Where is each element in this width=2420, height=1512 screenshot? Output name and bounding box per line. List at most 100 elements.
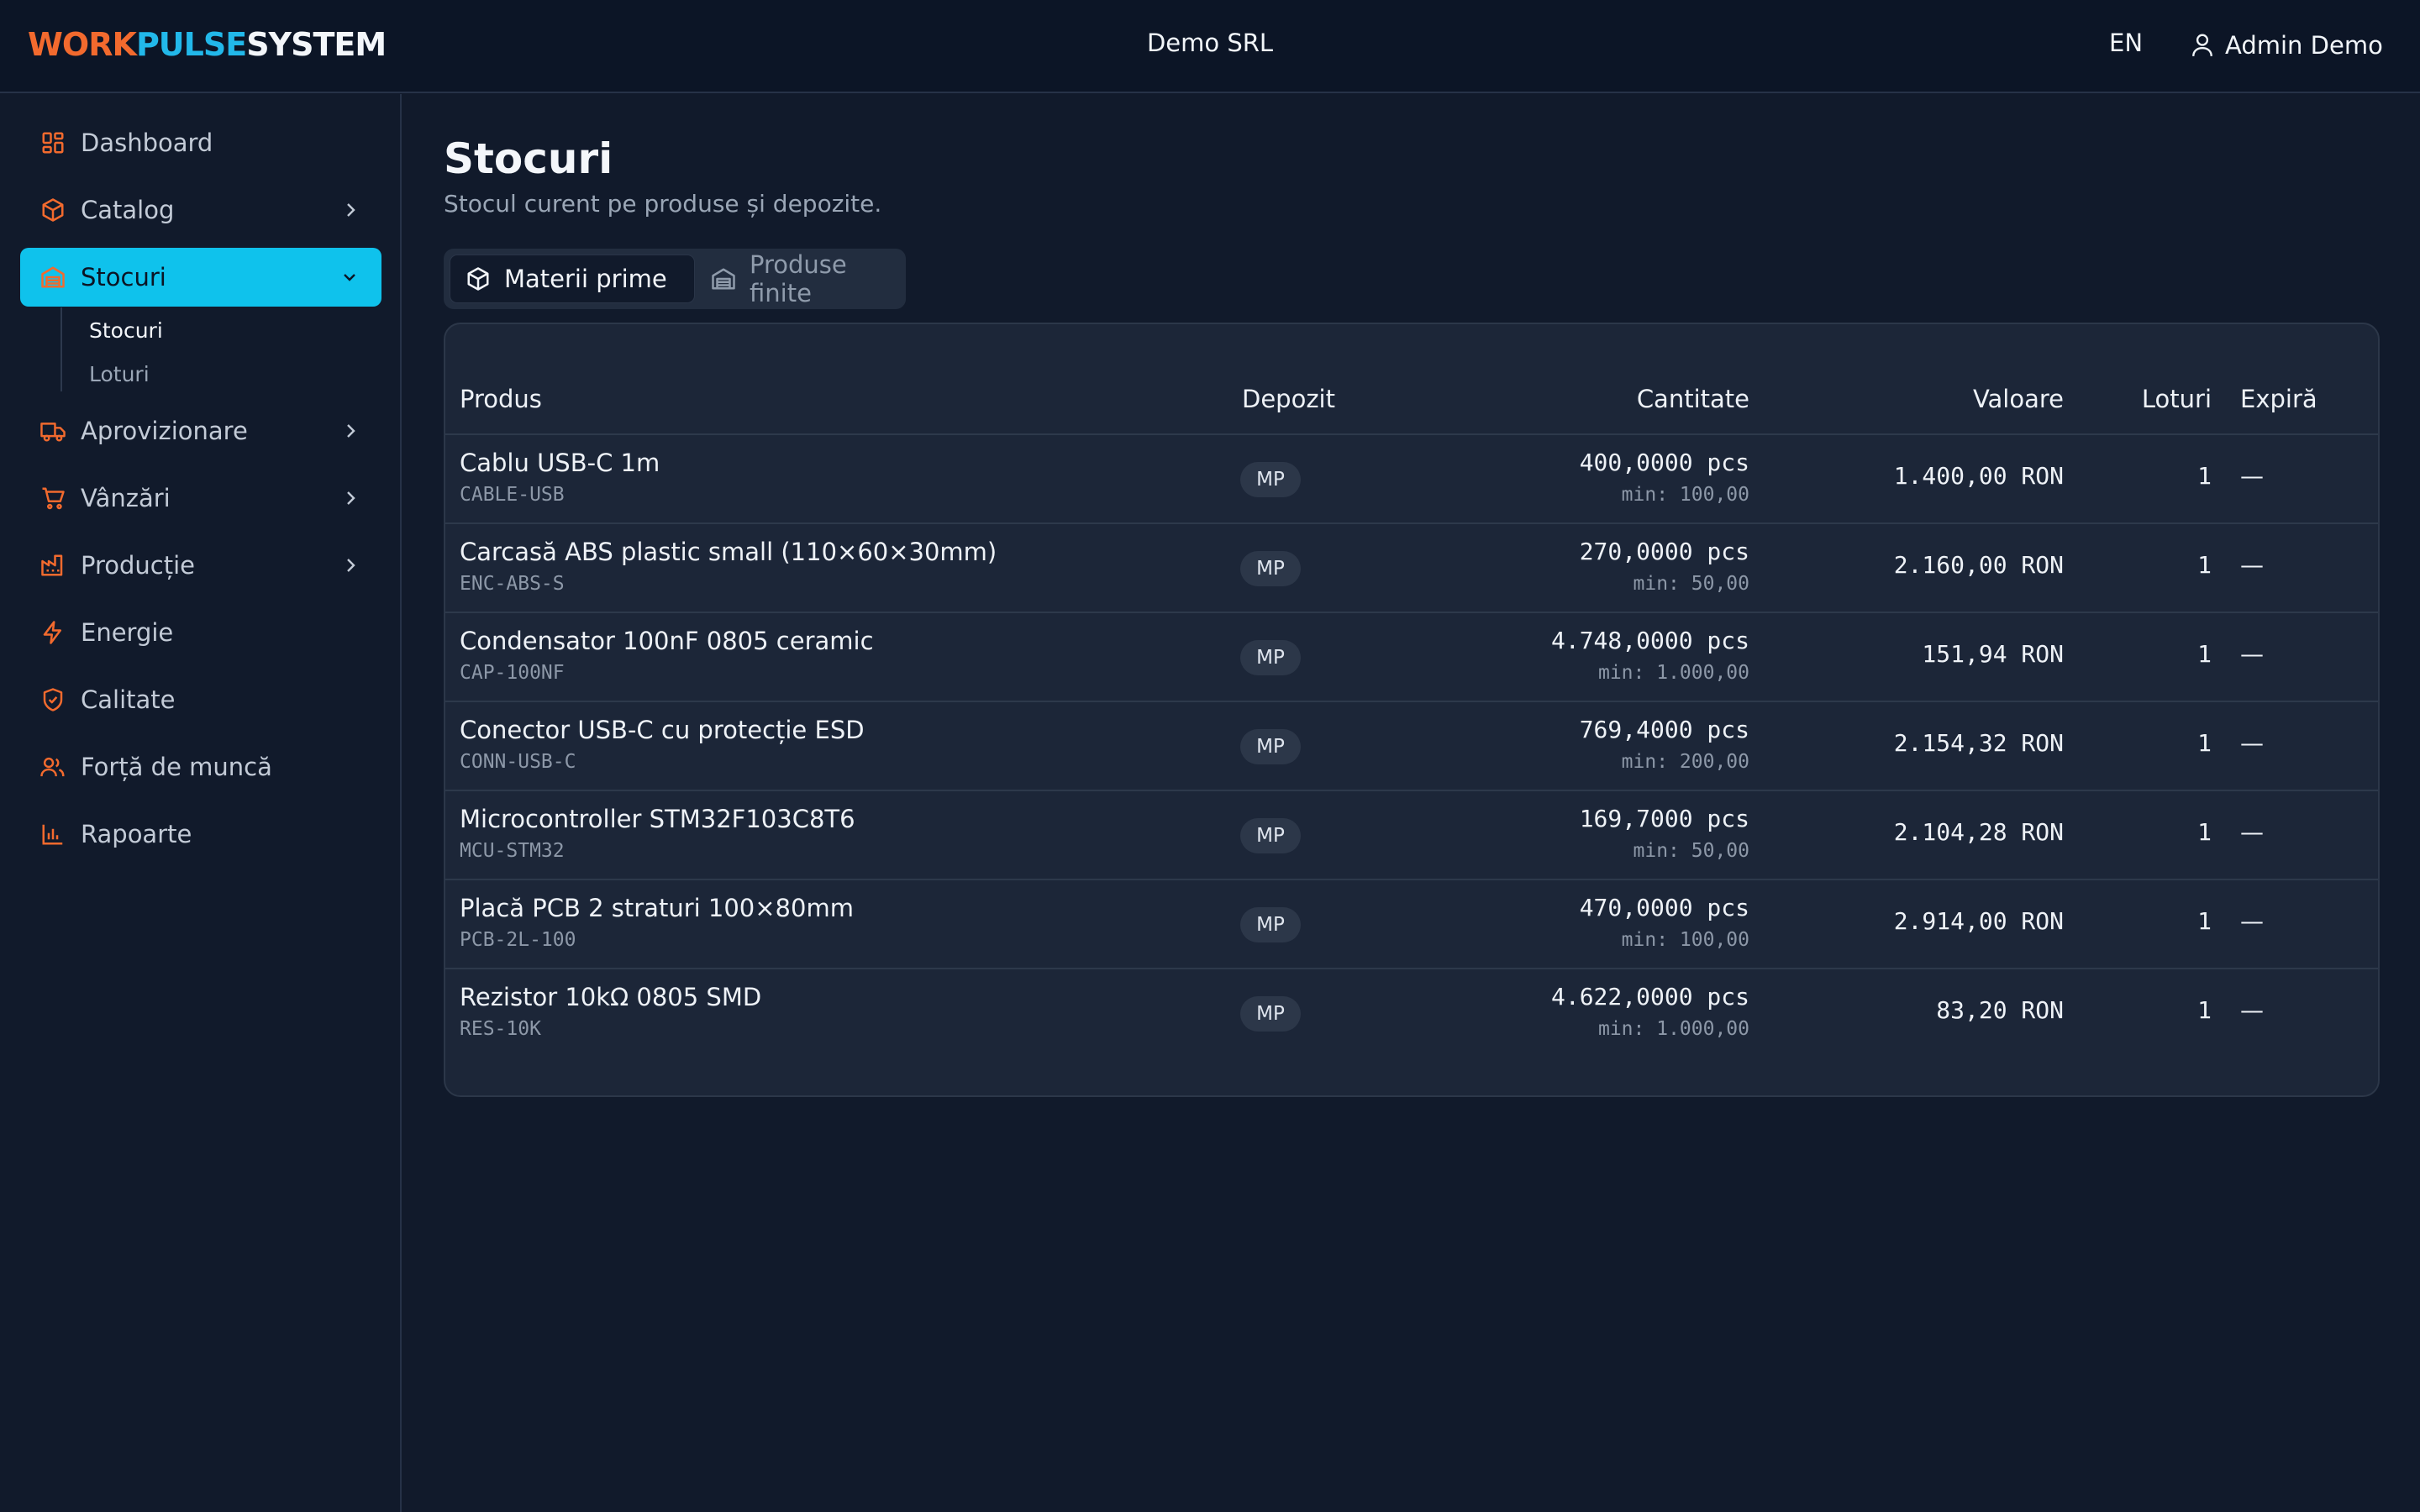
stock-quantity: 4.748,0000 pcs <box>1550 627 1749 654</box>
sidebar-item-rapoarte[interactable]: Rapoarte <box>20 805 381 864</box>
chevron-right-icon <box>341 421 360 441</box>
lot-count: 1 <box>2197 551 2212 579</box>
stock-value: 2.160,00 RON <box>1893 551 2064 579</box>
product-sku: CAP-100NF <box>460 662 565 684</box>
product-sku: CABLE-USB <box>460 484 565 506</box>
table-row[interactable]: Cablu USB-C 1m CABLE-USB MP 400,0000 pcs… <box>445 435 2378 524</box>
lot-count: 1 <box>2197 462 2212 490</box>
lot-count: 1 <box>2197 640 2212 668</box>
dashboard-icon <box>39 129 67 157</box>
minimum-quantity: min: 200,00 <box>1621 751 1749 773</box>
tab-label: Materii prime <box>504 265 667 293</box>
warehouse-icon <box>39 263 67 291</box>
cart-icon <box>39 484 67 512</box>
users-icon <box>39 753 67 781</box>
tab-produse-finite[interactable]: Produse finite <box>696 250 902 307</box>
sidebar: Dashboard Catalog Stocuri Stocuri Loturi… <box>0 94 402 1512</box>
minimum-quantity: min: 1.000,00 <box>1597 1018 1749 1040</box>
lot-count: 1 <box>2197 729 2212 757</box>
expiry-date: — <box>2240 907 2264 935</box>
stock-value: 1.400,00 RON <box>1893 462 2064 490</box>
column-header-depozit[interactable]: Depozit <box>1242 385 1335 413</box>
sidebar-item-label: Dashboard <box>81 129 213 157</box>
truck-icon <box>39 417 67 445</box>
stock-value: 151,94 RON <box>1922 640 2064 668</box>
language-switch[interactable]: EN <box>2109 29 2143 57</box>
minimum-quantity: min: 1.000,00 <box>1597 662 1749 684</box>
warehouse-badge: MP <box>1240 818 1301 853</box>
product-sku: RES-10K <box>460 1018 541 1040</box>
stock-quantity: 470,0000 pcs <box>1579 894 1749 921</box>
table-row[interactable]: Condensator 100nF 0805 ceramic CAP-100NF… <box>445 613 2378 702</box>
top-bar: WORKPULSESYSTEM Demo SRL EN Admin Demo <box>0 0 2420 93</box>
chevron-right-icon <box>341 200 360 220</box>
tab-materii-prime[interactable]: Materii prime <box>450 255 695 303</box>
sidebar-item-forta-de-munca[interactable]: Forță de muncă <box>20 738 381 796</box>
brand-part-work: WORK <box>28 26 137 63</box>
expiry-date: — <box>2240 462 2264 490</box>
column-header-valoare[interactable]: Valoare <box>1973 385 2064 413</box>
box-icon <box>466 266 491 291</box>
sidebar-item-aprovizionare[interactable]: Aprovizionare <box>20 402 381 460</box>
sidebar-item-label: Energie <box>81 618 174 647</box>
submenu-item-stocuri[interactable]: Stocuri <box>89 318 163 343</box>
product-sku: CONN-USB-C <box>460 751 576 773</box>
table-row[interactable]: Placă PCB 2 straturi 100×80mm PCB-2L-100… <box>445 880 2378 969</box>
table-row[interactable]: Microcontroller STM32F103C8T6 MCU-STM32 … <box>445 791 2378 880</box>
user-menu[interactable]: Admin Demo <box>2191 27 2383 64</box>
expiry-date: — <box>2240 818 2264 846</box>
sidebar-item-catalog[interactable]: Catalog <box>20 181 381 239</box>
stock-quantity: 169,7000 pcs <box>1579 805 1749 832</box>
lot-count: 1 <box>2197 907 2212 935</box>
user-name: Admin Demo <box>2225 31 2383 60</box>
sidebar-item-label: Vânzări <box>81 484 171 512</box>
warehouse-badge: MP <box>1240 551 1301 586</box>
tab-bar: Materii prime Produse finite <box>444 249 906 309</box>
sidebar-item-label: Stocuri <box>81 263 166 291</box>
shield-check-icon <box>39 685 67 714</box>
column-header-cantitate[interactable]: Cantitate <box>1637 385 1749 413</box>
stock-quantity: 4.622,0000 pcs <box>1550 983 1749 1011</box>
bolt-icon <box>39 618 67 647</box>
expiry-date: — <box>2240 996 2264 1024</box>
stock-value: 2.154,32 RON <box>1893 729 2064 757</box>
column-header-produs[interactable]: Produs <box>460 385 542 413</box>
sidebar-item-dashboard[interactable]: Dashboard <box>20 113 381 172</box>
expiry-date: — <box>2240 729 2264 757</box>
warehouse-badge: MP <box>1240 996 1301 1032</box>
stock-quantity: 270,0000 pcs <box>1579 538 1749 565</box>
table-row[interactable]: Carcasă ABS plastic small (110×60×30mm) … <box>445 524 2378 613</box>
sidebar-item-energie[interactable]: Energie <box>20 603 381 662</box>
company-name: Demo SRL <box>1146 29 1274 57</box>
product-sku: MCU-STM32 <box>460 840 565 862</box>
column-header-loturi[interactable]: Loturi <box>2142 385 2212 413</box>
brand-part-pulse: PULSE <box>135 26 247 63</box>
table-row[interactable]: Conector USB-C cu protecție ESD CONN-USB… <box>445 702 2378 791</box>
sidebar-item-label: Rapoarte <box>81 820 192 848</box>
box-icon <box>39 196 67 224</box>
stock-quantity: 400,0000 pcs <box>1579 449 1749 476</box>
product-name: Conector USB-C cu protecție ESD <box>460 716 865 744</box>
stock-quantity: 769,4000 pcs <box>1579 716 1749 743</box>
table-row[interactable]: Rezistor 10kΩ 0805 SMD RES-10K MP 4.622,… <box>445 969 2378 1058</box>
product-name: Cablu USB-C 1m <box>460 449 660 477</box>
page-subtitle: Stocul curent pe produse și depozite. <box>444 190 882 218</box>
sidebar-item-vanzari[interactable]: Vânzări <box>20 469 381 528</box>
page-title: Stocuri <box>444 134 613 183</box>
submenu-item-loturi[interactable]: Loturi <box>89 362 150 386</box>
sidebar-item-calitate[interactable]: Calitate <box>20 670 381 729</box>
stock-value: 83,20 RON <box>1936 996 2064 1024</box>
sidebar-item-stocuri[interactable]: Stocuri <box>20 248 381 307</box>
sidebar-item-label: Catalog <box>81 196 175 224</box>
minimum-quantity: min: 100,00 <box>1621 484 1749 506</box>
column-header-expira[interactable]: Expiră <box>2240 385 2317 413</box>
minimum-quantity: min: 100,00 <box>1621 929 1749 951</box>
lot-count: 1 <box>2197 996 2212 1024</box>
sidebar-item-productie[interactable]: Producție <box>20 536 381 595</box>
chevron-down-icon <box>339 267 360 287</box>
sidebar-item-label: Aprovizionare <box>81 417 248 445</box>
product-name: Rezistor 10kΩ 0805 SMD <box>460 983 762 1011</box>
product-name: Condensator 100nF 0805 ceramic <box>460 627 874 655</box>
brand-logo[interactable]: WORKPULSESYSTEM <box>28 26 387 63</box>
product-sku: PCB-2L-100 <box>460 929 576 951</box>
